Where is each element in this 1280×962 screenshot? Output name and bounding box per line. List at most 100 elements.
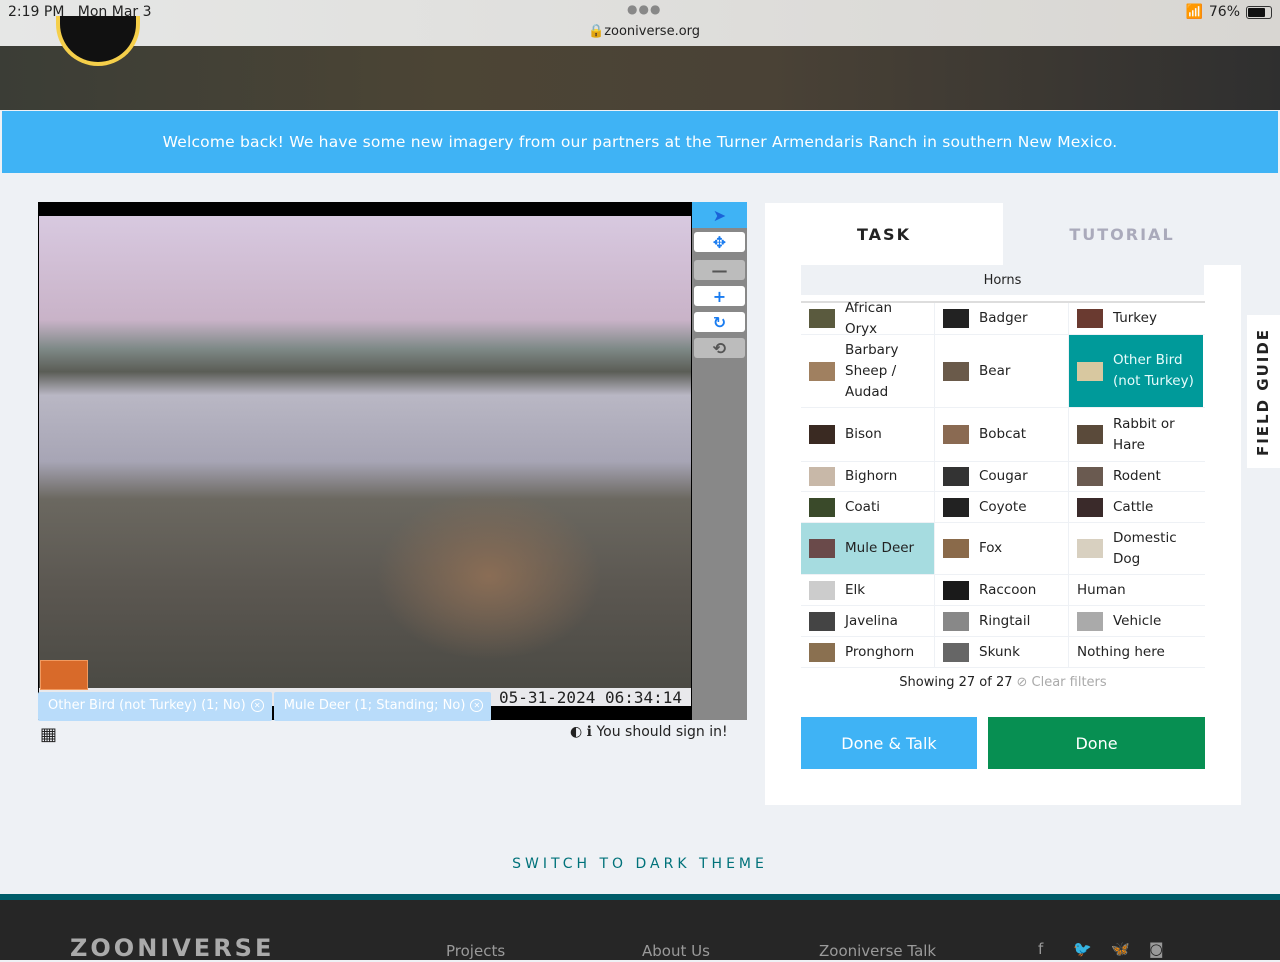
choice-thumbnail	[1077, 467, 1103, 486]
choice-rodent[interactable]: Rodent	[1069, 462, 1203, 491]
choice-bison[interactable]: Bison	[801, 408, 935, 461]
choice-skunk[interactable]: Skunk	[935, 637, 1069, 667]
choice-label: Bison	[845, 426, 882, 442]
choice-thumbnail	[1077, 361, 1103, 381]
choice-turkey[interactable]: Turkey	[1069, 303, 1203, 334]
choice-label: Vehicle	[1113, 612, 1162, 629]
choice-cattle[interactable]: Cattle	[1069, 492, 1203, 522]
choice-bobcat[interactable]: Bobcat	[935, 408, 1069, 461]
choice-thumbnail	[809, 425, 835, 444]
camera-trap-image[interactable]	[39, 216, 691, 688]
choice-coati[interactable]: Coati	[801, 492, 935, 522]
choice-thumbnail	[943, 611, 969, 631]
choice-human[interactable]: Human	[1069, 575, 1203, 605]
address-bar[interactable]: 🔒zooniverse.org	[588, 24, 700, 39]
rotate-icon[interactable]: ↻	[694, 312, 745, 332]
choice-thumbnail	[809, 361, 835, 381]
done-talk-button[interactable]: Done & Talk	[801, 717, 977, 769]
choice-label: Mule Deer	[845, 540, 915, 556]
choice-raccoon[interactable]: Raccoon	[935, 575, 1069, 605]
ios-status-bar: 2:19 PM Mon Mar 3 ●●● 🔒zooniverse.org 📶 7…	[0, 0, 1280, 46]
choice-label: Coyote	[979, 498, 1027, 515]
choice-vehicle[interactable]: Vehicle	[1069, 606, 1203, 636]
reset-icon[interactable]: ⟲	[694, 338, 745, 358]
project-logo[interactable]	[56, 16, 140, 66]
annotation-chip[interactable]: Mule Deer (1; Standing; No) ✕	[273, 692, 492, 721]
choice-mule-deer[interactable]: Mule Deer	[801, 523, 935, 574]
wifi-icon: 📶	[1185, 4, 1203, 20]
tab-task[interactable]: TASK	[765, 203, 1003, 265]
choice-thumbnail	[943, 467, 969, 486]
choice-thumbnail	[943, 361, 969, 381]
task-panel: TASK TUTORIAL Horns African Oryx Badger Tu…	[765, 203, 1241, 805]
choice-label: Fox	[979, 540, 1003, 556]
bushnell-logo	[40, 660, 88, 690]
choice-pronghorn[interactable]: Pronghorn	[801, 637, 935, 667]
choice-label: Nothing here	[1077, 643, 1165, 660]
choice-thumbnail	[1077, 539, 1103, 558]
viewer-toolbar: ➤ ✥ — + ↻ ⟲	[692, 202, 747, 720]
choice-ringtail[interactable]: Ringtail	[935, 606, 1069, 636]
zooniverse-logo[interactable]: ZOONIVERSE	[70, 934, 274, 962]
site-footer: ZOONIVERSE Projects About Us Zooniverse …	[0, 894, 1280, 962]
choice-thumbnail	[809, 539, 835, 558]
done-button[interactable]: Done	[988, 717, 1205, 769]
choice-badger[interactable]: Badger	[935, 303, 1069, 334]
zoom-out-icon[interactable]: —	[694, 260, 745, 280]
viewer-footer: ◐ ℹ You should sign in!	[570, 724, 728, 740]
remove-icon[interactable]: ✕	[470, 699, 484, 712]
choice-thumbnail	[809, 497, 835, 517]
info-icon[interactable]: ℹ	[587, 724, 592, 740]
choice-domestic-dog[interactable]: Domestic Dog	[1069, 523, 1203, 574]
invert-icon[interactable]: ◐	[570, 724, 582, 740]
annotation-chips: Other Bird (not Turkey) (1; No) ✕ Mule De…	[38, 692, 492, 721]
grid-icon[interactable]: ▦	[40, 724, 57, 745]
choice-thumbnail	[809, 467, 835, 486]
choice-african-oryx[interactable]: African Oryx	[801, 300, 935, 337]
choice-label: Raccoon	[979, 581, 1037, 598]
switch-dark-theme-button[interactable]: SWITCH TO DARK THEME	[0, 856, 1280, 872]
bluesky-icon[interactable]: 🦋	[1111, 940, 1130, 958]
choice-fox[interactable]: Fox	[935, 523, 1069, 574]
battery-icon	[1246, 5, 1272, 19]
choice-grid: African Oryx Badger Turkey Barbary Sheep / …	[801, 300, 1205, 668]
choice-nothing-here[interactable]: Nothing here	[1069, 637, 1203, 667]
choice-bear[interactable]: Bear	[935, 335, 1069, 407]
clear-filters-link[interactable]: ⊘ Clear filters	[1017, 675, 1107, 690]
choice-coyote[interactable]: Coyote	[935, 492, 1069, 522]
choice-thumbnail	[809, 611, 835, 631]
choice-other-bird-not-turkey[interactable]: Other Bird (not Turkey)	[1069, 335, 1203, 407]
choice-row: Mule Deer Fox Domestic Dog	[801, 523, 1205, 575]
choice-label: Pronghorn	[845, 643, 915, 660]
annotation-chip[interactable]: Other Bird (not Turkey) (1; No) ✕	[38, 692, 272, 721]
twitter-icon[interactable]: 🐦	[1073, 940, 1092, 958]
tab-tutorial[interactable]: TUTORIAL	[1003, 203, 1241, 265]
choice-rabbit-or-hare[interactable]: Rabbit or Hare	[1069, 408, 1203, 461]
choice-javelina[interactable]: Javelina	[801, 606, 935, 636]
choice-label: Rodent	[1113, 468, 1161, 484]
footer-link-talk[interactable]: Zooniverse Talk	[819, 942, 936, 960]
footer-link-about[interactable]: About Us	[642, 942, 710, 960]
remove-icon[interactable]: ✕	[250, 699, 264, 712]
choice-label: Javelina	[845, 612, 898, 629]
field-guide-tab[interactable]: FIELD GUIDE	[1247, 315, 1280, 468]
choice-label: Ringtail	[979, 612, 1031, 629]
footer-link-projects[interactable]: Projects	[446, 942, 505, 960]
filter-horns[interactable]: Horns	[801, 265, 1204, 295]
zoom-in-icon[interactable]: +	[694, 286, 745, 306]
subject-viewer[interactable]: 05-31-2024 06:34:14	[38, 202, 692, 720]
choice-cougar[interactable]: Cougar	[935, 462, 1069, 491]
more-dots-icon[interactable]: ●●●	[627, 2, 661, 16]
choice-barbary-sheep-audad[interactable]: Barbary Sheep / Audad	[801, 335, 935, 407]
choice-thumbnail	[943, 642, 969, 662]
pointer-icon[interactable]: ➤	[692, 202, 747, 228]
choice-label: Skunk	[979, 643, 1020, 660]
choice-elk[interactable]: Elk	[801, 575, 935, 605]
instagram-icon[interactable]: ◙	[1149, 940, 1164, 958]
facebook-icon[interactable]: f	[1038, 940, 1043, 958]
choice-row: Bison Bobcat Rabbit or Hare	[801, 408, 1205, 462]
move-icon[interactable]: ✥	[694, 232, 745, 252]
choice-bighorn[interactable]: Bighorn	[801, 462, 935, 491]
choice-label: Human	[1077, 581, 1126, 598]
choice-label: Turkey	[1113, 310, 1157, 326]
